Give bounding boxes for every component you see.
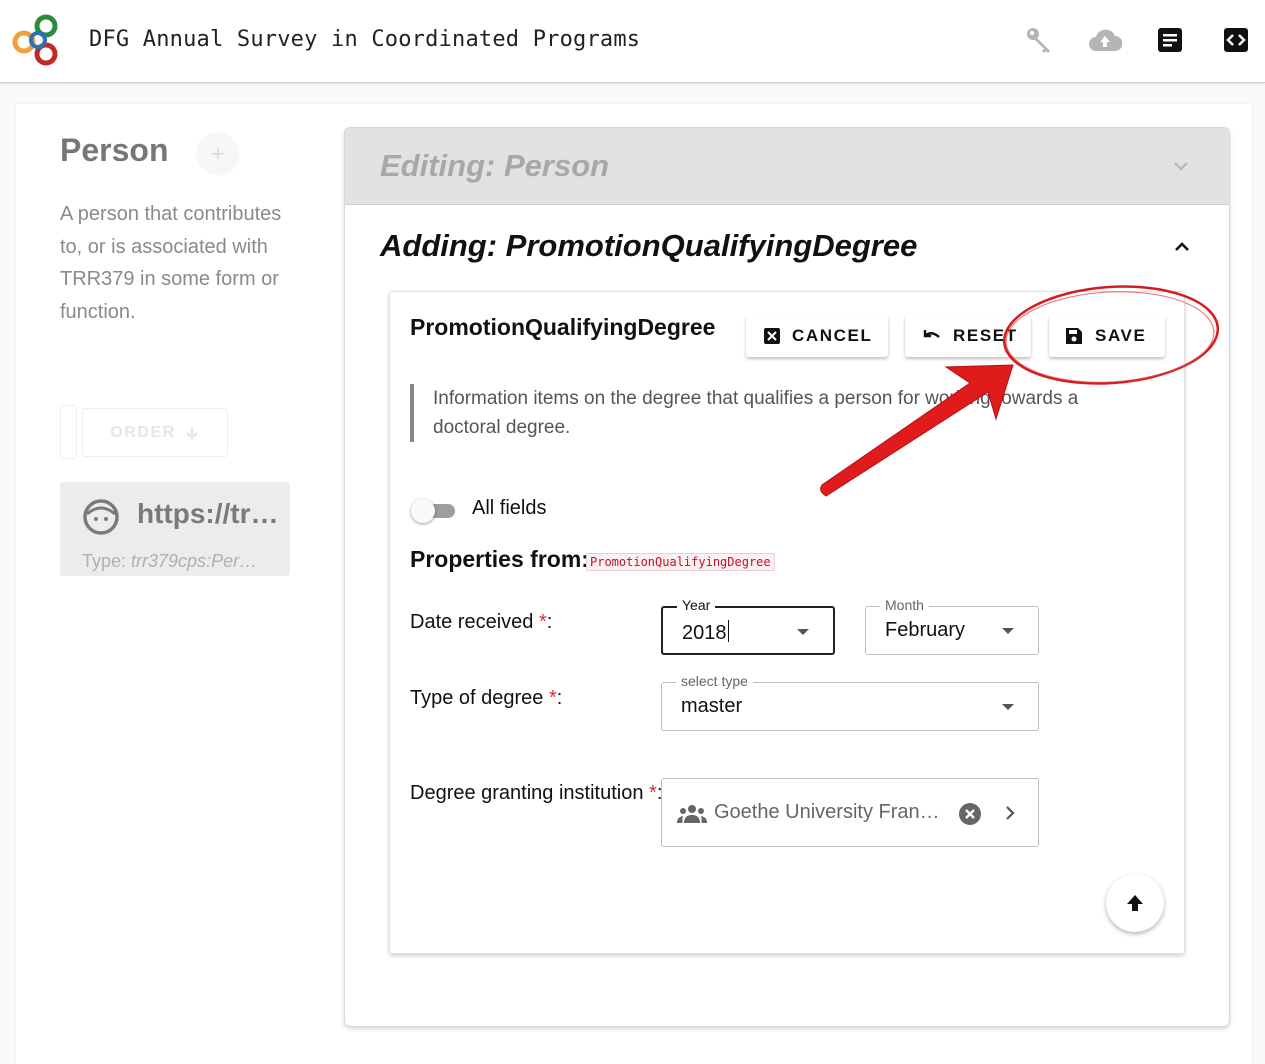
chevron-up-icon[interactable] — [1171, 236, 1193, 258]
properties-from-label: Properties from: — [410, 546, 589, 572]
chevron-right-icon[interactable] — [1000, 803, 1020, 823]
order-direction-toggle[interactable] — [60, 405, 77, 459]
form-description: Information items on the degree that qua… — [410, 384, 1130, 442]
cancel-label: CANCEL — [792, 326, 873, 345]
key-icon[interactable] — [1024, 25, 1054, 55]
code-icon[interactable] — [1221, 25, 1251, 55]
app-header: DFG Annual Survey in Coordinated Program… — [0, 0, 1265, 83]
group-icon — [677, 805, 707, 823]
type-of-degree-label: Type of degree *: — [410, 687, 563, 709]
cancel-button[interactable]: CANCEL — [746, 315, 888, 357]
sidebar-description: A person that contributes to, or is asso… — [60, 203, 282, 323]
order-button[interactable]: ORDER — [82, 408, 228, 457]
sidebar-title: Person — [60, 132, 169, 168]
order-label: ORDER — [110, 423, 176, 441]
year-label: Year — [677, 597, 716, 613]
dropdown-arrow-icon — [1002, 704, 1014, 710]
person-item-title: https://tr… — [137, 498, 279, 529]
chevron-down-icon[interactable] — [1171, 156, 1191, 176]
undo-icon — [923, 330, 940, 338]
save-button[interactable]: SAVE — [1049, 315, 1165, 357]
adding-title: Adding: PromotionQualifyingDegree — [380, 228, 918, 263]
reset-button[interactable]: RESET — [905, 315, 1031, 357]
person-list-item[interactable]: https://tr… Type: trr379cps:Per… — [60, 482, 290, 576]
institution-label: Degree granting institution *: — [410, 782, 663, 804]
select-type-label: select type — [676, 673, 753, 689]
dropdown-arrow-icon — [797, 629, 809, 635]
floppy-disk-icon — [1066, 328, 1082, 344]
app-title: DFG Annual Survey in Coordinated Program… — [89, 27, 641, 52]
arrow-down-icon — [185, 426, 198, 440]
scroll-to-top-button[interactable] — [1106, 874, 1164, 932]
properties-from-chip: PromotionQualifyingDegree — [586, 553, 775, 571]
editing-title: Editing: Person — [380, 148, 610, 183]
year-select[interactable]: Year 2018 — [661, 597, 835, 655]
arrow-up-icon — [1127, 895, 1143, 911]
institution-field[interactable]: Goethe University Frankf… — [661, 778, 1039, 847]
all-fields-toggle[interactable] — [411, 497, 457, 523]
clear-icon[interactable] — [958, 802, 982, 826]
degree-type-select[interactable]: select type master — [661, 673, 1039, 731]
face-icon — [83, 499, 119, 535]
degree-type-value: master — [681, 695, 743, 717]
app-logo-icon — [12, 14, 58, 66]
dropdown-arrow-icon — [1002, 628, 1014, 634]
month-select[interactable]: Month February — [865, 597, 1039, 655]
form-title: PromotionQualifyingDegree — [410, 314, 716, 340]
form-card: PromotionQualifyingDegree CANCEL RESET S… — [389, 291, 1185, 954]
month-label: Month — [880, 597, 929, 613]
institution-value: Goethe University Frankf… — [714, 801, 946, 823]
editing-header[interactable]: Editing: Person — [345, 128, 1229, 205]
person-item-type: Type: trr379cps:Per… — [82, 551, 258, 571]
cloud-upload-icon[interactable] — [1088, 25, 1122, 55]
date-received-label: Date received *: — [410, 611, 553, 633]
document-icon[interactable] — [1155, 25, 1185, 55]
cancel-icon — [764, 328, 780, 344]
reset-label: RESET — [953, 326, 1018, 345]
month-value: February — [885, 619, 966, 641]
year-value: 2018 — [682, 622, 727, 644]
all-fields-label: All fields — [472, 497, 547, 519]
add-person-button[interactable]: + — [197, 133, 239, 175]
save-label: SAVE — [1095, 326, 1147, 345]
